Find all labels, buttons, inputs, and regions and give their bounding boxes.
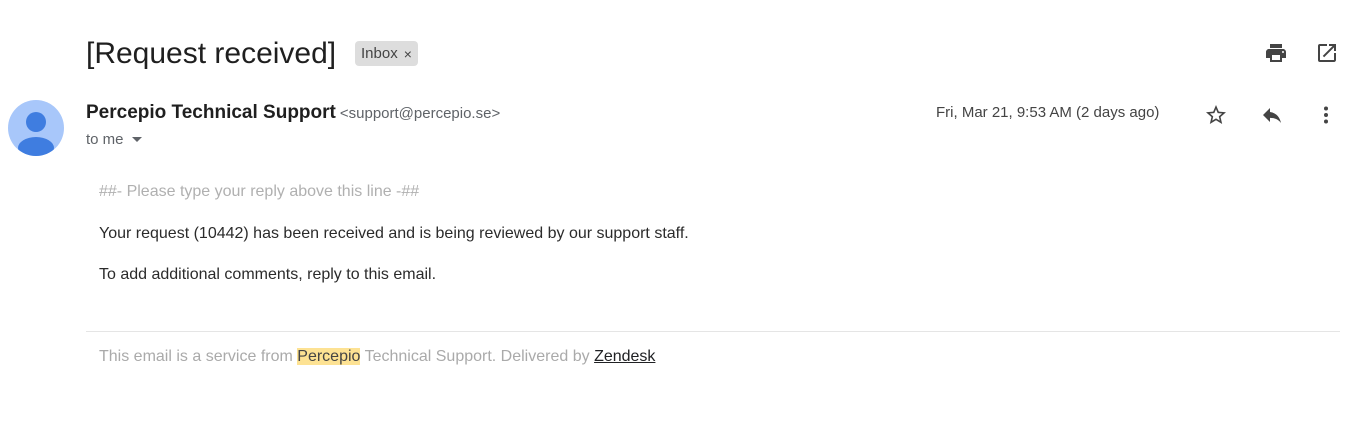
star-icon xyxy=(1206,105,1226,124)
body-paragraph: Your request (10442) has been received a… xyxy=(99,225,689,242)
footer-prefix: This email is a service from xyxy=(99,348,293,365)
inbox-label-chip[interactable]: Inbox × xyxy=(355,41,418,66)
print-button[interactable] xyxy=(1259,36,1293,70)
email-footer: This email is a service from Percepio Te… xyxy=(99,348,655,366)
more-options-button[interactable] xyxy=(1309,98,1343,132)
label-name: Inbox xyxy=(361,45,398,62)
reply-button[interactable] xyxy=(1255,98,1289,132)
reply-icon xyxy=(1263,108,1281,123)
avatar[interactable] xyxy=(8,100,64,156)
reply-marker-text: ##- Please type your reply above this li… xyxy=(99,183,420,200)
body-paragraph: To add additional comments, reply to thi… xyxy=(99,266,437,283)
sender-name[interactable]: Percepio Technical Support xyxy=(86,102,336,123)
print-icon xyxy=(1266,44,1286,62)
email-subject: [Request received] xyxy=(86,37,337,70)
recipient-label: to me xyxy=(86,131,124,148)
footer-middle: Technical Support. Delivered by xyxy=(364,348,590,365)
search-highlight: Percepio xyxy=(297,348,361,365)
chevron-down-icon xyxy=(131,137,142,142)
divider xyxy=(86,331,1340,332)
person-icon xyxy=(18,112,54,156)
remove-label-icon[interactable]: × xyxy=(404,46,412,62)
sender-email: <support@percepio.se> xyxy=(339,105,501,122)
more-vert-icon xyxy=(1324,106,1328,124)
sender-info: Percepio Technical Support <support@perce… xyxy=(86,102,500,124)
star-button[interactable] xyxy=(1199,98,1233,132)
recipient-details-toggle[interactable]: to me xyxy=(86,131,142,148)
open-in-new-window-icon xyxy=(1318,44,1336,62)
message-date: Fri, Mar 21, 9:53 AM (2 days ago) xyxy=(936,104,1160,121)
zendesk-link[interactable]: Zendesk xyxy=(594,348,655,365)
open-in-new-window-button[interactable] xyxy=(1310,36,1344,70)
